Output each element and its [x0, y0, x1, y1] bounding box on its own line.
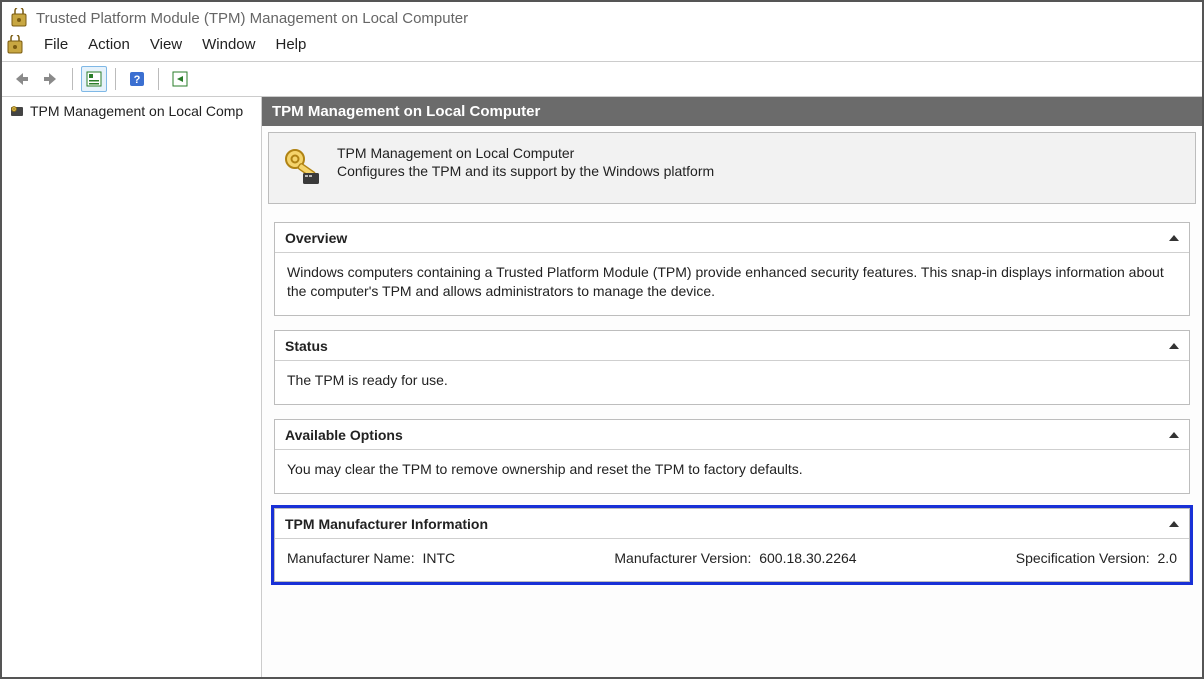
- content-header: TPM Management on Local Computer: [262, 97, 1202, 126]
- options-body: You may clear the TPM to remove ownershi…: [275, 450, 1189, 493]
- svg-text:?: ?: [134, 74, 141, 86]
- description-subtitle: Configures the TPM and its support by th…: [337, 163, 714, 179]
- tpm-app-icon: [6, 35, 24, 55]
- properties-icon: [85, 70, 103, 88]
- menu-view[interactable]: View: [140, 34, 192, 55]
- tpm-chip-icon: [8, 102, 26, 120]
- arrow-left-icon: [12, 70, 30, 88]
- forward-button[interactable]: [38, 66, 64, 92]
- options-panel: Available Options You may clear the TPM …: [274, 419, 1190, 494]
- window-title: Trusted Platform Module (TPM) Management…: [36, 10, 468, 27]
- arrow-right-icon: [42, 70, 60, 88]
- menu-action[interactable]: Action: [78, 34, 140, 55]
- description-box: TPM Management on Local Computer Configu…: [268, 132, 1196, 204]
- tree-root-label: TPM Management on Local Comp: [30, 103, 243, 119]
- toolbar-separator: [158, 68, 159, 90]
- options-header[interactable]: Available Options: [275, 420, 1189, 450]
- title-bar: Trusted Platform Module (TPM) Management…: [2, 2, 1202, 32]
- spec-version-label: Specification Version:: [1016, 550, 1150, 566]
- tpm-app-icon: [10, 8, 28, 28]
- description-title: TPM Management on Local Computer: [337, 145, 714, 161]
- status-panel: Status The TPM is ready for use.: [274, 330, 1190, 405]
- overview-panel: Overview Windows computers containing a …: [274, 222, 1190, 316]
- manufacturer-title: TPM Manufacturer Information: [285, 516, 488, 532]
- status-header[interactable]: Status: [275, 331, 1189, 361]
- toolbar-separator: [115, 68, 116, 90]
- options-title: Available Options: [285, 427, 403, 443]
- menu-help[interactable]: Help: [265, 34, 316, 55]
- status-body: The TPM is ready for use.: [275, 361, 1189, 404]
- status-title: Status: [285, 338, 328, 354]
- overview-title: Overview: [285, 230, 347, 246]
- tree-root-item[interactable]: TPM Management on Local Comp: [2, 99, 261, 123]
- menu-file[interactable]: File: [34, 34, 78, 55]
- back-button[interactable]: [8, 66, 34, 92]
- menu-window[interactable]: Window: [192, 34, 265, 55]
- export-button[interactable]: [167, 66, 193, 92]
- collapse-up-icon: [1169, 343, 1179, 349]
- overview-body: Windows computers containing a Trusted P…: [275, 253, 1189, 315]
- help-button[interactable]: ?: [124, 66, 150, 92]
- menu-bar: File Action View Window Help: [2, 32, 1202, 62]
- content-pane: TPM Management on Local Computer TPM Man…: [262, 97, 1202, 677]
- help-icon: ?: [128, 70, 146, 88]
- tree-pane: TPM Management on Local Comp: [2, 97, 262, 677]
- manufacturer-info-row: Manufacturer Name: INTC Manufacturer Ver…: [287, 549, 1177, 568]
- toolbar-separator: [72, 68, 73, 90]
- manufacturer-header[interactable]: TPM Manufacturer Information: [275, 509, 1189, 539]
- key-chip-icon: [281, 145, 323, 187]
- manufacturer-name-label: Manufacturer Name:: [287, 550, 415, 566]
- export-icon: [171, 70, 189, 88]
- collapse-up-icon: [1169, 235, 1179, 241]
- collapse-up-icon: [1169, 432, 1179, 438]
- toolbar: ?: [2, 62, 1202, 97]
- properties-button[interactable]: [81, 66, 107, 92]
- manufacturer-panel: TPM Manufacturer Information Manufacture…: [274, 508, 1190, 583]
- manufacturer-version-value: 600.18.30.2264: [759, 550, 856, 566]
- manufacturer-name-value: INTC: [423, 550, 456, 566]
- spec-version-value: 2.0: [1158, 550, 1177, 566]
- overview-header[interactable]: Overview: [275, 223, 1189, 253]
- collapse-up-icon: [1169, 521, 1179, 527]
- manufacturer-version-label: Manufacturer Version:: [614, 550, 751, 566]
